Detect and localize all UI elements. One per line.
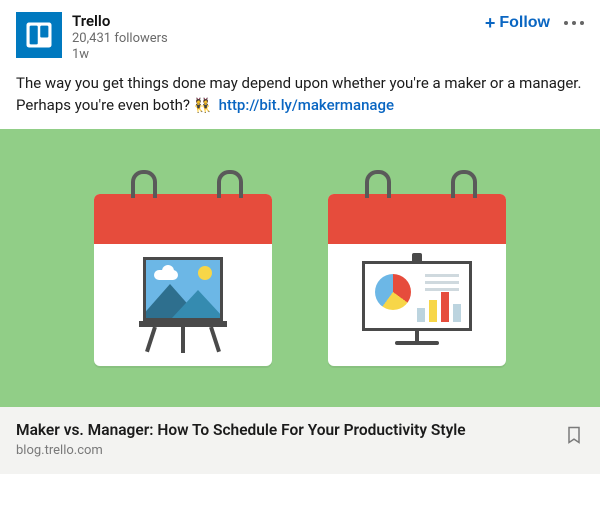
- post-author-block: Trello 20,431 followers 1w: [72, 12, 485, 63]
- calendar-maker-illustration: [94, 170, 272, 366]
- link-preview[interactable]: Maker vs. Manager: How To Schedule For Y…: [0, 407, 600, 474]
- plus-icon: +: [485, 14, 496, 32]
- company-name[interactable]: Trello: [72, 12, 485, 31]
- post-image[interactable]: [0, 129, 600, 407]
- follower-count: 20,431 followers: [72, 31, 485, 47]
- more-options-button[interactable]: [564, 17, 584, 29]
- presentation-board-icon: [362, 257, 472, 353]
- bookmark-icon: [564, 423, 584, 447]
- header-actions: + Follow: [485, 14, 584, 32]
- post-header: Trello 20,431 followers 1w + Follow: [0, 0, 600, 69]
- easel-icon: [135, 257, 231, 353]
- post-link[interactable]: http://bit.ly/makermanage: [219, 96, 394, 114]
- post-body-text: The way you get things done may depend u…: [0, 69, 600, 129]
- link-preview-source: blog.trello.com: [16, 443, 552, 458]
- calendar-manager-illustration: [328, 170, 506, 366]
- trello-logo-icon: [24, 20, 54, 50]
- post-card: Trello 20,431 followers 1w + Follow The …: [0, 0, 600, 474]
- link-preview-title: Maker vs. Manager: How To Schedule For Y…: [16, 421, 552, 439]
- company-avatar[interactable]: [16, 12, 62, 58]
- post-timestamp: 1w: [72, 47, 485, 63]
- emoji-dancers: 👯: [194, 98, 211, 114]
- follow-button[interactable]: + Follow: [485, 14, 550, 32]
- bookmark-button[interactable]: [564, 423, 584, 447]
- follow-label: Follow: [499, 14, 550, 32]
